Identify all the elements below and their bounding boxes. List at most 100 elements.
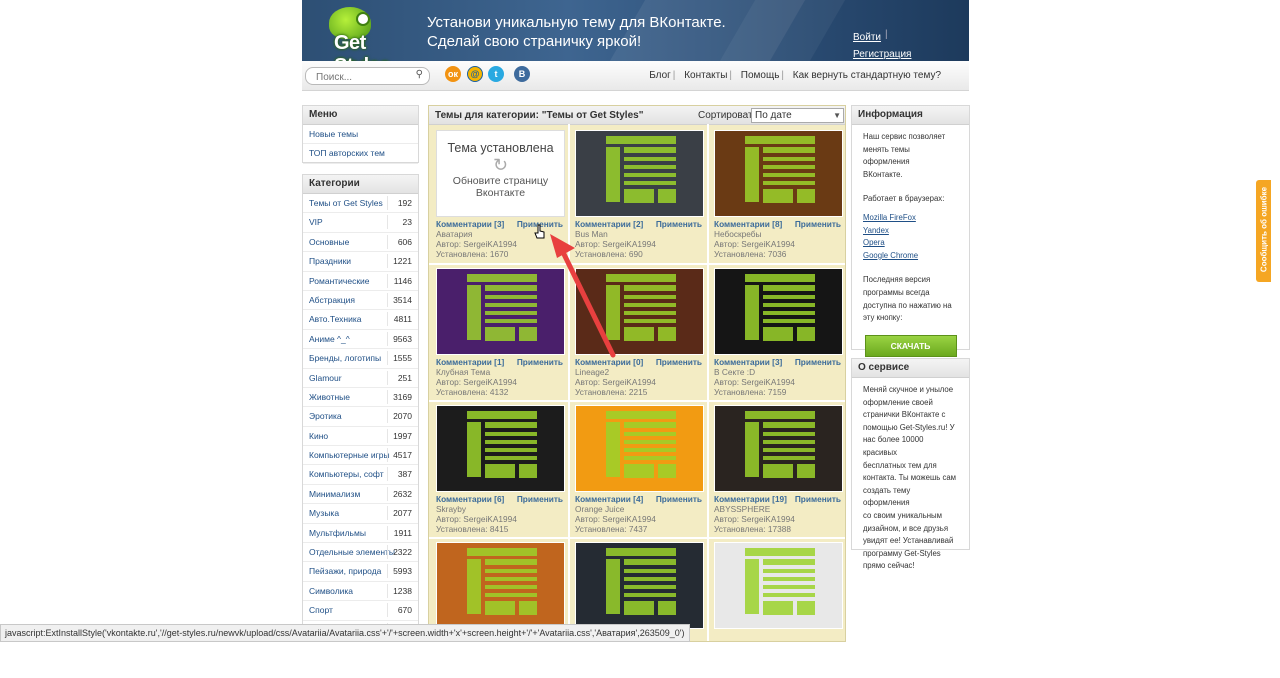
apply-button[interactable]: Применить: [795, 357, 841, 367]
category-count: 1238: [393, 585, 412, 596]
category-count: 1555: [393, 353, 412, 364]
download-button[interactable]: СКАЧАТЬ: [864, 334, 957, 357]
category-label: Компьютерные игры: [309, 450, 390, 461]
theme-installs: Установлена: 7036: [714, 249, 787, 259]
category-item[interactable]: Аниме ^_^ 9563: [303, 330, 418, 350]
comments-link[interactable]: Комментарии [3]: [714, 357, 782, 367]
category-item[interactable]: Компьютеры, софт 387: [303, 465, 418, 485]
thumbnail-block: [763, 585, 815, 589]
search-icon[interactable]: ⚲: [416, 69, 423, 80]
mailru-icon[interactable]: @: [467, 66, 483, 82]
comments-link[interactable]: Комментарии [19]: [714, 494, 787, 504]
theme-name: В Секте :D: [714, 367, 756, 377]
menu-item-top-themes[interactable]: ТОП авторских тем: [303, 144, 418, 164]
comments-link[interactable]: Комментарии [8]: [714, 219, 782, 229]
category-item[interactable]: Праздники 1221: [303, 252, 418, 272]
theme-thumbnail[interactable]: [436, 542, 565, 629]
menu-item-new-themes[interactable]: Новые темы: [303, 125, 418, 145]
theme-thumbnail[interactable]: [575, 268, 704, 355]
category-item[interactable]: Музыка 2077: [303, 504, 418, 524]
thumbnail-block: [624, 181, 676, 185]
apply-button[interactable]: Применить: [656, 494, 702, 504]
category-item[interactable]: Основные 606: [303, 233, 418, 253]
sort-select[interactable]: По дате ▼: [751, 108, 844, 123]
theme-thumbnail[interactable]: [714, 268, 843, 355]
category-label: Романтические: [309, 275, 370, 286]
apply-button[interactable]: Применить: [795, 494, 841, 504]
apply-button[interactable]: Применить: [656, 219, 702, 229]
comments-link[interactable]: Комментарии [0]: [575, 357, 643, 367]
thumbnail-block: [485, 448, 537, 452]
category-count: 606: [397, 236, 412, 247]
theme-thumbnail[interactable]: [714, 405, 843, 492]
thumbnail-block: [467, 285, 481, 340]
browser-firefox-link[interactable]: Mozilla FireFox: [863, 212, 958, 225]
category-item[interactable]: Абстракция 3514: [303, 291, 418, 311]
apply-button[interactable]: Применить: [656, 357, 702, 367]
category-item[interactable]: Романтические 1146: [303, 272, 418, 291]
register-link[interactable]: Регистрация: [853, 46, 911, 61]
category-item[interactable]: Компьютерные игры 4517: [303, 446, 418, 466]
categories-title: Категории: [303, 175, 418, 194]
category-label: VIP: [309, 217, 323, 228]
logo-text: Get Styles: [334, 32, 390, 61]
menu-panel: Меню Новые темы ТОП авторских тем: [302, 105, 419, 164]
comments-link[interactable]: Комментарии [1]: [436, 357, 504, 367]
report-error-tab[interactable]: Сообщить об ошибке: [1256, 180, 1271, 282]
thumbnail-block: [797, 327, 815, 341]
nav-blog[interactable]: Блог: [649, 70, 671, 81]
category-count: 1221: [393, 256, 412, 267]
nav-help[interactable]: Помощь: [741, 70, 780, 81]
apply-button[interactable]: Применить: [795, 219, 841, 229]
browser-opera-link[interactable]: Opera: [863, 237, 958, 250]
login-link[interactable]: Войти: [853, 29, 911, 46]
about-line: со своим уникальным: [863, 510, 943, 520]
odnoklassniki-icon[interactable]: ок: [445, 66, 461, 82]
theme-thumbnail[interactable]: [714, 542, 843, 629]
thumbnail-block: [763, 432, 815, 436]
apply-button[interactable]: Применить: [517, 357, 563, 367]
category-item[interactable]: Glamour 251: [303, 369, 418, 388]
about-title: О сервисе: [852, 359, 969, 378]
info-line: доступна по нажатию на: [863, 300, 952, 310]
category-item[interactable]: Кино 1997: [303, 427, 418, 447]
category-item[interactable]: Темы от Get Styles 192: [303, 194, 418, 214]
comments-link[interactable]: Комментарии [2]: [575, 219, 643, 229]
comments-link[interactable]: Комментарии [6]: [436, 494, 504, 504]
comments-link[interactable]: Комментарии [3]: [436, 219, 504, 229]
vkontakte-icon[interactable]: B: [514, 66, 530, 82]
browser-chrome-link[interactable]: Google Chrome: [863, 250, 958, 263]
category-item[interactable]: Мультфильмы 1911: [303, 524, 418, 544]
category-item[interactable]: Бренды, логотипы 1555: [303, 349, 418, 369]
nav-restore-theme[interactable]: Как вернуть стандартную тему?: [793, 70, 941, 81]
theme-thumbnail[interactable]: [575, 130, 704, 217]
about-line: странички ВКонтакте с: [863, 410, 946, 420]
nav-contacts[interactable]: Контакты: [684, 70, 727, 81]
about-line: Меняй скучное и унылое: [863, 385, 954, 394]
theme-card: Комментарии [1] Применить Клубная Тема Авто…: [433, 268, 570, 404]
info-line: эту кнопку:: [863, 313, 903, 323]
theme-thumbnail[interactable]: [575, 542, 704, 629]
category-item[interactable]: Отдельные элементы 2322: [303, 543, 418, 563]
comments-link[interactable]: Комментарии [4]: [575, 494, 643, 504]
apply-button[interactable]: Применить: [517, 494, 563, 504]
category-item[interactable]: Пейзажи, природа 5993: [303, 562, 418, 582]
site-logo[interactable]: Get Styles: [314, 4, 419, 61]
info-body: Наш сервис позволяет менять темы оформле…: [852, 125, 969, 371]
category-item[interactable]: Спорт 670: [303, 601, 418, 621]
thumbnail-block: [763, 173, 815, 177]
twitter-icon[interactable]: t: [488, 66, 504, 82]
theme-thumbnail[interactable]: [575, 405, 704, 492]
about-body: Меняй скучное и унылое оформление своей ст…: [852, 378, 969, 579]
category-item[interactable]: Эротика 2070: [303, 407, 418, 427]
category-item[interactable]: Авто.Техника 4811: [303, 310, 418, 330]
category-item[interactable]: Символика 1238: [303, 582, 418, 602]
browser-yandex-link[interactable]: Yandex: [863, 225, 958, 238]
category-item[interactable]: VIP 23: [303, 213, 418, 233]
theme-thumbnail[interactable]: [436, 268, 565, 355]
category-item[interactable]: Минимализм 2632: [303, 485, 418, 505]
search-input[interactable]: [314, 69, 413, 85]
theme-thumbnail[interactable]: [436, 405, 565, 492]
theme-thumbnail[interactable]: [714, 130, 843, 217]
category-item[interactable]: Животные 3169: [303, 388, 418, 408]
